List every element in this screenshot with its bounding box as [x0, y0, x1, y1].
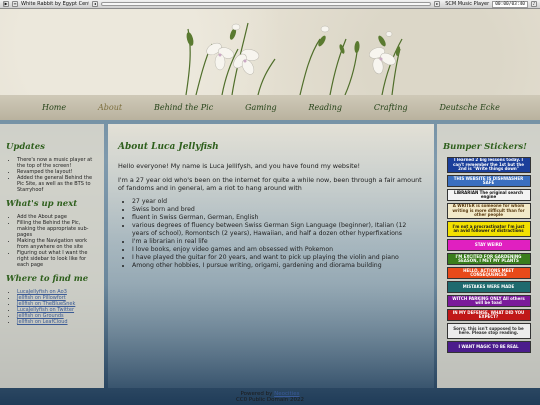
- next-icon[interactable]: ≡: [12, 1, 18, 7]
- list-item: Among other hobbies, I pursue writing, o…: [132, 262, 424, 270]
- track-title: White Rabbit by Egypt Central: [21, 1, 89, 7]
- link-leafcloud[interactable]: Jellfish on LeafCloud: [17, 319, 68, 325]
- bumper-sticker: THIS WEBSITE IS DISHWASHER SAFE: [446, 175, 531, 187]
- nav-behind-the-pic[interactable]: Behind the Pic: [154, 103, 213, 112]
- seek-bar[interactable]: [101, 2, 432, 6]
- nav-about[interactable]: About: [98, 103, 122, 112]
- bumper-sticker: IN MY DEFENSE, WHAT DID YOU EXPECT?: [446, 309, 531, 321]
- social-links: LucaJellyfish on Ao3 Jellfish on Pillowf…: [6, 289, 98, 325]
- next-track-icon[interactable]: ▸: [434, 1, 441, 7]
- whats-up-heading: What's up next: [6, 199, 78, 209]
- license-text: CC0 Public Domain 2022: [235, 397, 305, 403]
- nav-reading[interactable]: Reading: [309, 103, 342, 112]
- list-item: Added the general Behind the Pic Site, a…: [17, 175, 98, 193]
- updates-list: There's now a music player at the top of…: [6, 157, 98, 193]
- bumper-sticker: A WRITER is someone for whom writing is …: [446, 203, 531, 219]
- find-me-heading: Where to find me: [6, 274, 89, 284]
- sticker-list: I learned 2 big lessons today. I can't r…: [443, 157, 534, 353]
- player-name: SCM Music Player: [445, 1, 490, 7]
- main-nav: Home About Behind the Pic Gaming Reading…: [0, 95, 540, 120]
- nav-crafting[interactable]: Crafting: [374, 103, 408, 112]
- list-item: I have played the guitar for 20 years, a…: [132, 254, 424, 262]
- list-item: fluent in Swiss German, German, English: [132, 214, 424, 222]
- facts-list: 27 year old Swiss born and bred fluent i…: [118, 198, 424, 270]
- page-title: About Luca Jellyfish: [118, 142, 219, 152]
- whats-up-list: Add the About page Filling the Behind th…: [6, 214, 98, 268]
- list-item: Swiss born and bred: [132, 206, 424, 214]
- prev-track-icon[interactable]: ◂: [92, 1, 98, 7]
- left-sidebar: Updates There's now a music player at th…: [0, 124, 104, 388]
- bumper-sticker: STAY WEIRD: [446, 239, 531, 251]
- list-item: I'm a librarian in real life: [132, 238, 424, 246]
- stickers-heading: Bumper Stickers!: [443, 142, 527, 152]
- nav-gaming[interactable]: Gaming: [245, 103, 277, 112]
- nav-home[interactable]: Home: [42, 103, 66, 112]
- time-display: 00:00/03:40: [492, 0, 528, 8]
- footer: Powered by Neocities CC0 Public Domain 2…: [0, 391, 540, 405]
- play-icon[interactable]: ▶: [3, 1, 9, 7]
- updates-heading: Updates: [6, 142, 45, 152]
- list-item: I love books, enjoy video games and am o…: [132, 246, 424, 254]
- bumper-sticker: LIBRARIAN The original search engine: [446, 189, 531, 201]
- bumper-sticker: HELLO, ACTIONS MEET CONSEQUENCES: [446, 267, 531, 279]
- bumper-sticker: WITCH PARKING ONLY All others will be to…: [446, 295, 531, 307]
- bumper-sticker: I'm not a procrastinator I'm just an avi…: [446, 221, 531, 237]
- list-item: Filling the Behind the Pic, making the a…: [17, 220, 98, 238]
- nav-deutsche-ecke[interactable]: Deutsche Ecke: [439, 103, 499, 112]
- main-content: About Luca Jellyfish Hello everyone! My …: [108, 124, 434, 388]
- bumper-sticker: I learned 2 big lessons today. I can't r…: [446, 157, 531, 173]
- bumper-sticker: Sorry, this isn't supposed to be here. P…: [446, 323, 531, 339]
- list-item: Figuring out what I want the right sideb…: [17, 250, 98, 268]
- right-sidebar: Bumper Stickers! I learned 2 big lessons…: [437, 124, 540, 388]
- bumper-sticker: I'M EXCITED FOR GARDENING SEASON, I MET …: [446, 253, 531, 265]
- list-item: 27 year old: [132, 198, 424, 206]
- music-player: ▶ ≡ White Rabbit by Egypt Central ◂ ▸ SC…: [0, 0, 540, 9]
- list-item: various degrees of fluency between Swiss…: [132, 222, 424, 238]
- bumper-sticker: I WANT MAGIC TO BE REAL: [446, 341, 531, 353]
- about-paragraph: I'm a 27 year old who's been on the inte…: [118, 176, 422, 192]
- flower-illustration: [185, 22, 403, 95]
- list-item: Making the Navigation work from anywhere…: [17, 238, 98, 250]
- list-item: There's now a music player at the top of…: [17, 157, 98, 169]
- intro-text: Hello everyone! My name is Luca Jellifys…: [118, 162, 361, 170]
- volume-icon[interactable]: ♪: [531, 1, 537, 7]
- header-banner: [0, 9, 540, 95]
- bumper-sticker: MISTAKES WERE MADE: [446, 281, 531, 293]
